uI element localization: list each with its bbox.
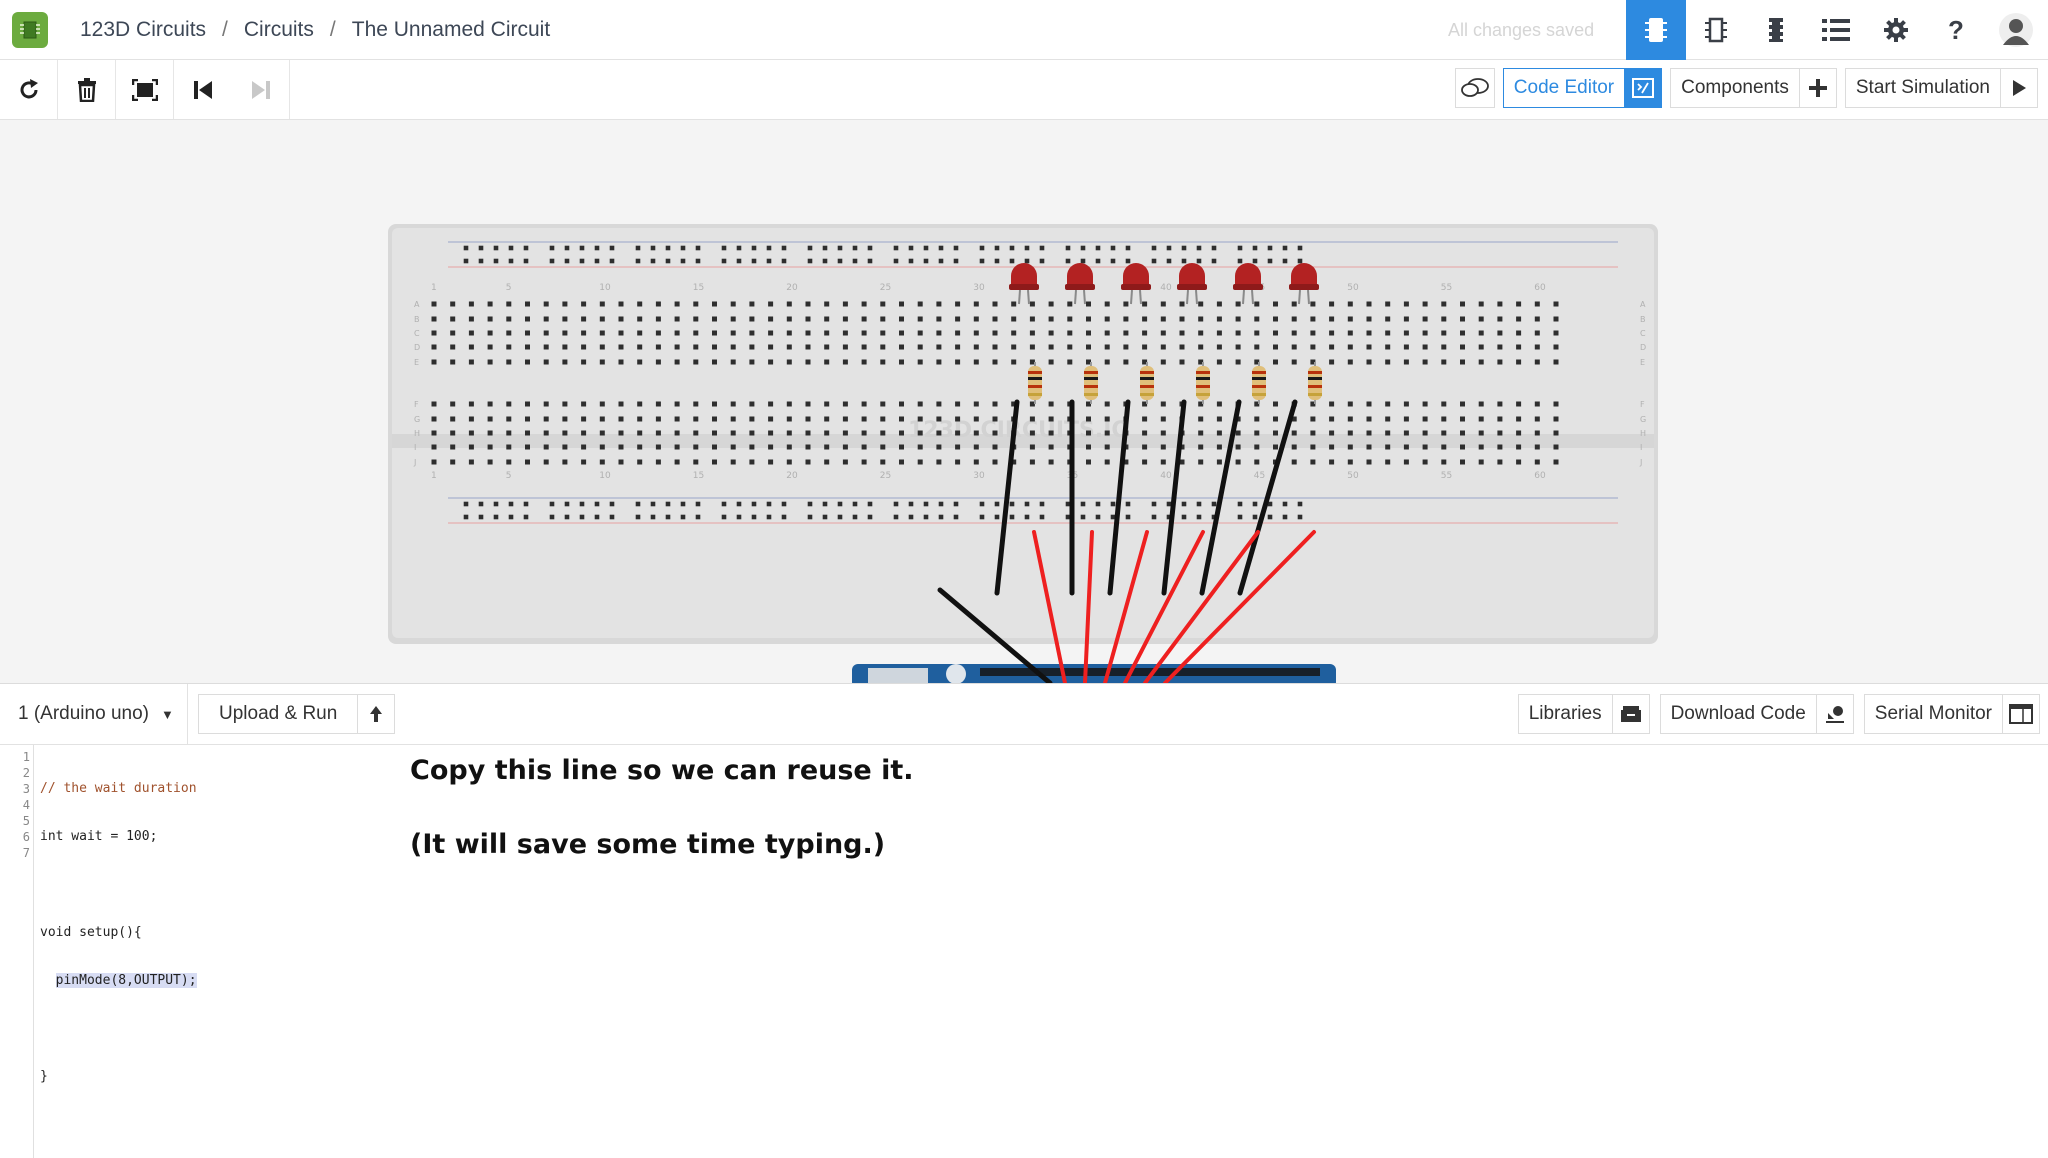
- line-number: 3: [22, 782, 30, 796]
- chip-icon: [20, 21, 40, 39]
- components-button[interactable]: Components: [1670, 68, 1837, 108]
- upload-group: Upload & Run: [198, 694, 396, 734]
- code-actions: Libraries Download Code Serial Monitor: [1517, 694, 2040, 734]
- code-line[interactable]: int wait = 100;: [40, 829, 197, 845]
- speech-bubble-icon: [1460, 78, 1489, 97]
- upload-run-label: Upload & Run: [219, 703, 338, 724]
- line-number-gutter: 1 2 3 4 5 6 7: [0, 745, 34, 1158]
- line-number: 2: [22, 766, 30, 780]
- start-simulation-label: Start Simulation: [1855, 77, 1990, 98]
- line-number: 7: [22, 846, 30, 860]
- wire-black[interactable]: [1107, 399, 1131, 596]
- download-code-label: Download Code: [1670, 703, 1806, 724]
- board-select-value: 1 (Arduino uno): [18, 703, 149, 724]
- instruction-text: Copy this line so we can reuse it.: [410, 755, 914, 786]
- line-number: 4: [22, 798, 30, 812]
- breadcrumb-circuits-link[interactable]: Circuits: [244, 18, 314, 42]
- libraries-label: Libraries: [1528, 703, 1602, 724]
- code-editor-button[interactable]: Code Editor: [1502, 68, 1663, 108]
- line-number: 5: [22, 814, 30, 828]
- wire-black[interactable]: [994, 399, 1020, 596]
- wire-black[interactable]: [1161, 399, 1187, 596]
- code-editor[interactable]: 1 2 3 4 5 6 7 // the wait duration int w…: [0, 745, 2048, 1158]
- step-back-icon[interactable]: [174, 60, 232, 119]
- breadcrumb-circuit-title[interactable]: The Unnamed Circuit: [352, 18, 550, 42]
- chevron-down-icon: ▼: [160, 706, 174, 722]
- view-switcher: ?: [1626, 0, 2046, 60]
- upload-arrow-icon[interactable]: [357, 695, 394, 733]
- code-line[interactable]: // the wait duration: [40, 781, 197, 797]
- wire-red[interactable]: [1032, 530, 1067, 683]
- fit-to-screen-icon[interactable]: [116, 60, 174, 119]
- serial-monitor-label: Serial Monitor: [1874, 703, 1992, 724]
- rotate-icon[interactable]: [0, 60, 58, 119]
- wire-overlay: [937, 399, 1316, 683]
- code-editor-bar: 1 (Arduino uno) ▼ Upload & Run Libraries…: [0, 683, 2048, 745]
- download-icon: [1815, 695, 1853, 733]
- breadboard-view-icon[interactable]: [1626, 0, 1686, 60]
- save-status: All changes saved: [1448, 19, 1595, 40]
- upload-run-button[interactable]: Upload & Run: [198, 694, 396, 734]
- circuit-canvas[interactable]: 123D.CIRCUITS.IO 1 1 5 5 10 10 15 15 20 20 25 25 30 3…: [0, 120, 2048, 683]
- code-editor-icon: [1624, 69, 1662, 107]
- component-list-icon[interactable]: [1806, 0, 1866, 60]
- code-text[interactable]: // the wait duration int wait = 100; voi…: [40, 749, 197, 1117]
- code-line[interactable]: }: [40, 1069, 197, 1085]
- breadcrumb-home-link[interactable]: 123D Circuits: [80, 18, 206, 42]
- editor-toolbar: Code Editor Components Start Simulation: [0, 60, 2048, 120]
- annotation-button[interactable]: [1454, 68, 1495, 108]
- breadcrumb: 123D Circuits / Circuits / The Unnamed C…: [80, 0, 550, 60]
- window-icon: [2002, 695, 2039, 733]
- code-line[interactable]: void setup(){: [40, 925, 197, 941]
- instruction-text: (It will save some time typing.): [410, 829, 886, 860]
- code-line-selected[interactable]: pinMode(8,OUTPUT);: [40, 973, 197, 989]
- user-avatar-icon[interactable]: [1986, 0, 2046, 60]
- selected-code[interactable]: pinMode(8,OUTPUT);: [55, 973, 197, 988]
- line-number: 1: [22, 750, 30, 764]
- wire-red[interactable]: [1083, 530, 1094, 683]
- board-select[interactable]: 1 (Arduino uno) ▼: [0, 684, 188, 744]
- line-number: 6: [22, 830, 30, 844]
- wire-black[interactable]: [1237, 399, 1298, 596]
- download-code-button[interactable]: Download Code: [1659, 694, 1854, 734]
- serial-monitor-button[interactable]: Serial Monitor: [1863, 694, 2040, 734]
- library-box-icon: [1611, 695, 1649, 733]
- code-line[interactable]: [40, 1021, 197, 1037]
- breadcrumb-separator: /: [222, 18, 228, 41]
- components-label: Components: [1681, 77, 1789, 98]
- plus-icon: [1798, 69, 1836, 107]
- code-line[interactable]: [40, 877, 197, 893]
- pcb-view-icon[interactable]: [1746, 0, 1806, 60]
- code-editor-label: Code Editor: [1513, 77, 1615, 98]
- settings-icon[interactable]: [1866, 0, 1926, 60]
- edit-tools: [0, 60, 290, 119]
- libraries-button[interactable]: Libraries: [1517, 694, 1650, 734]
- delete-icon[interactable]: [58, 60, 116, 119]
- toolbar-actions: Code Editor Components Start Simulation: [1454, 68, 2038, 110]
- start-simulation-button[interactable]: Start Simulation: [1844, 68, 2038, 108]
- play-icon: [2000, 69, 2037, 107]
- help-icon[interactable]: ?: [1926, 0, 1986, 60]
- top-header: 123D Circuits / Circuits / The Unnamed C…: [0, 0, 2048, 60]
- wire-black[interactable]: [937, 587, 1053, 683]
- breadcrumb-separator: /: [329, 18, 336, 41]
- step-forward-icon[interactable]: [232, 60, 290, 119]
- schematic-view-icon[interactable]: [1686, 0, 1746, 60]
- app-logo-icon[interactable]: [12, 12, 48, 48]
